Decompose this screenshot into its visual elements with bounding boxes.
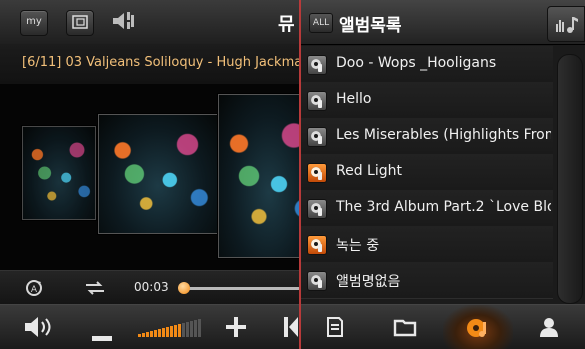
album-icon: [307, 199, 327, 219]
album-icon: [307, 91, 327, 111]
album-name: Les Miserables (Highlights From: [336, 127, 551, 143]
tab-playlist[interactable]: [301, 305, 371, 349]
album-list-panel: ALL 앨범목록 Doo - Wops _Hooligans Hello Les M…: [301, 0, 585, 349]
volume-level-bar: [142, 333, 145, 337]
progress-bar-row: A 00:03: [0, 270, 300, 305]
album-list-item[interactable]: 녹는 중: [301, 226, 553, 263]
album-icon: [307, 235, 327, 255]
library-tab-bar: [301, 304, 585, 349]
sound-effect-icon: [113, 12, 134, 29]
track-label: [6/11] 03 Valjeans Soliloquy - Hugh Jack…: [22, 55, 300, 70]
tab-artist[interactable]: [515, 305, 585, 349]
player-top-bar: my 뮤: [0, 0, 300, 45]
album-list-item[interactable]: Les Miserables (Highlights From: [301, 118, 553, 155]
volume-level-bar: [146, 332, 149, 337]
album-name: 녹는 중: [336, 238, 380, 254]
shuffle-icon[interactable]: [84, 278, 106, 302]
album-name: Doo - Wops _Hooligans: [336, 55, 497, 71]
album-name: 앨범명없음: [336, 274, 401, 290]
tab-album[interactable]: [443, 305, 513, 349]
album-list-header: ALL 앨범목록: [301, 0, 585, 45]
volume-level-bar: [186, 322, 189, 337]
tab-folder[interactable]: [371, 305, 441, 349]
window-icon: [72, 15, 88, 29]
album-cover-previous[interactable]: [22, 126, 96, 220]
volume-level-bar: [194, 320, 197, 337]
volume-level-bar: [178, 324, 181, 337]
player-title: 뮤: [278, 14, 295, 35]
album-list-item[interactable]: Doo - Wops _Hooligans: [301, 46, 553, 83]
volume-level-icon[interactable]: [138, 319, 202, 337]
volume-level-bar: [158, 329, 161, 337]
speaker-icon[interactable]: [22, 314, 56, 346]
seek-slider[interactable]: [178, 282, 300, 294]
my-label: my: [26, 16, 42, 27]
seek-slider-knob[interactable]: [178, 282, 190, 294]
volume-level-bar: [170, 326, 173, 337]
elapsed-time: 00:03: [134, 280, 169, 294]
album-name: The 3rd Album Part.2 `Love Blossom`: [336, 199, 551, 215]
volume-level-bar: [162, 328, 165, 337]
album-list-title: 앨범목록: [339, 16, 402, 36]
album-icon: [307, 163, 327, 183]
album-cover-previous-near[interactable]: [98, 114, 218, 234]
volume-level-bar: [198, 319, 201, 337]
minus-icon[interactable]: [92, 323, 112, 348]
album-list-item[interactable]: Red Light: [301, 154, 553, 191]
album-name: Hello: [336, 91, 372, 107]
album-list-item[interactable]: Hello: [301, 82, 553, 119]
skip-previous-icon[interactable]: [284, 317, 298, 343]
volume-level-bar: [182, 323, 185, 337]
album-icon: [467, 319, 486, 337]
music-player-app: my 뮤 [6/11] 03 Valjeans Soliloquy - Hugh: [0, 0, 585, 349]
album-name: Red Light: [336, 163, 402, 179]
plus-icon[interactable]: [226, 317, 246, 343]
all-button[interactable]: ALL: [309, 13, 333, 33]
album-list-scrollbar[interactable]: [557, 54, 583, 304]
svg-text:A: A: [31, 285, 38, 295]
equalizer-music-icon: [556, 17, 578, 33]
album-icon: [307, 55, 327, 75]
playlist-icon: [327, 317, 343, 337]
album-list: Doo - Wops _Hooligans Hello Les Miserables…: [301, 46, 553, 304]
sound-effect-button[interactable]: [110, 8, 136, 34]
volume-level-bar: [166, 327, 169, 337]
track-info-bar: [6/11] 03 Valjeans Soliloquy - Hugh Jack…: [0, 44, 300, 85]
volume-level-bar: [174, 325, 177, 337]
folder-icon: [393, 319, 417, 337]
album-list-item[interactable]: The 3rd Album Part.2 `Love Blossom`: [301, 190, 553, 227]
now-playing-button[interactable]: [547, 6, 585, 42]
now-playing-panel: my 뮤 [6/11] 03 Valjeans Soliloquy - Hugh: [0, 0, 300, 349]
volume-bar: [0, 304, 300, 349]
album-cover-current[interactable]: [218, 94, 300, 258]
volume-level-bar: [138, 334, 141, 337]
album-list-item[interactable]: 앨범명없음: [301, 262, 553, 299]
artist-icon: [540, 318, 558, 337]
repeat-mode-icon[interactable]: A: [24, 278, 44, 302]
volume-level-bar: [190, 321, 193, 337]
volume-level-bar: [150, 331, 153, 337]
my-button[interactable]: my: [20, 10, 48, 36]
volume-level-bar: [154, 330, 157, 337]
album-cover-flow[interactable]: [0, 84, 300, 270]
album-icon: [307, 271, 327, 291]
album-icon: [307, 127, 327, 147]
window-button[interactable]: [66, 10, 94, 36]
